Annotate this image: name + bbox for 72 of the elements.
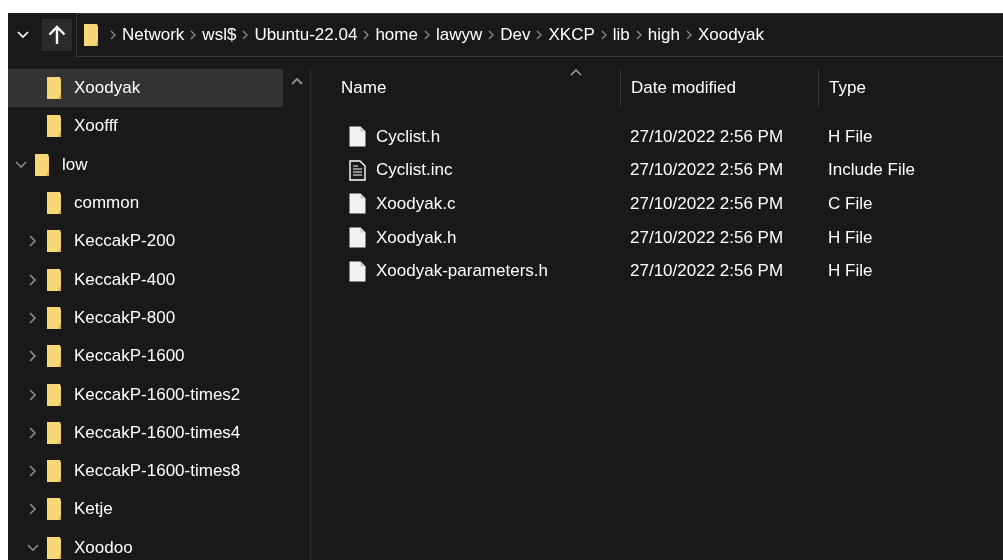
chevron-right-icon [635, 30, 642, 40]
tree-item[interactable]: Xoofff [8, 107, 283, 146]
tree-item[interactable]: KeccakP-200 [8, 222, 283, 261]
chevron-right-icon [242, 30, 249, 40]
breadcrumb-item[interactable]: XKCP [542, 25, 601, 45]
date-cell-text: 27/10/2022 2:56 PM [629, 227, 785, 248]
type-cell-text: H File [827, 227, 874, 248]
breadcrumb-item[interactable]: wsl$ [196, 25, 243, 45]
chevron-down-icon [17, 31, 29, 39]
chevron-down-icon [15, 160, 27, 169]
file-icon [349, 227, 366, 249]
chevron-right-icon [423, 30, 430, 40]
date-cell-text: 27/10/2022 2:56 PM [629, 194, 785, 214]
breadcrumb-item[interactable]: Ubuntu-22.04 [248, 25, 364, 45]
breadcrumb-item[interactable]: Xoodyak [691, 25, 771, 45]
up-arrow-icon [48, 25, 66, 45]
file-name[interactable]: Xoodyak.c [376, 194, 456, 214]
file-icon [349, 126, 366, 148]
type-cell-text: H File [827, 126, 874, 147]
file-icon [349, 193, 366, 215]
type-cell-text: C File [827, 194, 874, 214]
file-name[interactable]: Cyclist.h [376, 126, 441, 147]
tree-item[interactable]: KeccakP-1600 [8, 337, 283, 376]
chevron-down-icon [27, 543, 39, 552]
breadcrumb-item[interactable]: Network [116, 25, 191, 45]
date-cell-text: 27/10/2022 2:56 PM [629, 126, 785, 147]
column-header[interactable]: Type [818, 69, 1003, 107]
breadcrumb-item[interactable]: home [369, 25, 424, 45]
chevron-right-icon [29, 465, 37, 478]
breadcrumb-item[interactable]: lib [606, 25, 636, 45]
column-header[interactable]: Name [331, 69, 620, 107]
tree-item[interactable]: Xoodoo [8, 528, 283, 560]
chevron-right-icon [29, 426, 37, 439]
file-name[interactable]: Cyclist.inc [376, 160, 453, 181]
file-icon [349, 260, 366, 282]
chevron-right-icon [110, 30, 116, 40]
scroll-up-icon[interactable] [290, 77, 303, 85]
tree-item[interactable]: KeccakP-1600-times4 [8, 413, 283, 452]
chevron-right-icon [29, 350, 37, 363]
tree-item[interactable]: KeccakP-1600-times2 [8, 375, 283, 414]
type-cell-text: Include File [827, 160, 916, 181]
chevron-right-icon [536, 30, 543, 40]
chevron-right-icon [685, 30, 692, 40]
breadcrumb-item[interactable]: Dev [494, 25, 537, 45]
tree-item[interactable]: KeccakP-400 [8, 260, 283, 299]
tree-item[interactable]: Xoodyak [8, 69, 283, 108]
tree-item[interactable]: low [8, 145, 283, 184]
tree-item[interactable]: Ketje [8, 490, 283, 529]
sort-up-icon [569, 69, 582, 76]
tree-item[interactable]: KeccakP-800 [8, 298, 283, 338]
type-cell-text: H File [827, 261, 874, 282]
chevron-right-icon [363, 30, 370, 40]
tree-item[interactable]: common [8, 183, 283, 223]
date-cell-text: 27/10/2022 2:56 PM [629, 261, 785, 282]
breadcrumb-item[interactable]: high [641, 25, 686, 45]
file-name[interactable]: Xoodyak.h [376, 227, 457, 248]
tree-item[interactable]: KeccakP-1600-times8 [8, 451, 283, 491]
file-name[interactable]: Xoodyak-parameters.h [376, 261, 548, 282]
chevron-right-icon [190, 30, 197, 40]
chevron-right-icon [29, 503, 37, 516]
column-header[interactable]: Date modified [620, 69, 818, 107]
breadcrumb-item[interactable]: lawyw [429, 25, 489, 45]
date-cell-text: 27/10/2022 2:56 PM [629, 160, 785, 181]
up-button[interactable] [42, 19, 72, 51]
chevron-right-icon [29, 388, 37, 401]
chevron-right-icon [29, 273, 37, 286]
chevron-right-icon [488, 30, 495, 40]
chevron-right-icon [29, 235, 37, 248]
chevron-right-icon [29, 311, 37, 324]
address-bar[interactable]: Network wsl$ Ubuntu-22.04 home lawyw Dev XKCP lib high Xoodyak [76, 13, 1003, 57]
text-file-icon [349, 159, 366, 181]
chevron-right-icon [600, 30, 607, 40]
